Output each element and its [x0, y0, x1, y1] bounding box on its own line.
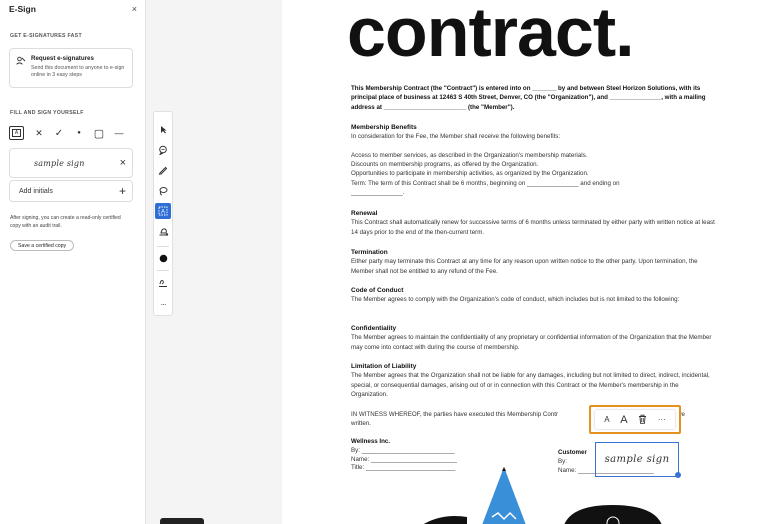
more-options-icon[interactable]: ··· — [658, 415, 666, 424]
text-tool-button[interactable]: A — [9, 126, 24, 140]
section-line: Discounts on membership programs, as off… — [351, 161, 539, 169]
increase-text-size-icon[interactable]: A — [620, 414, 627, 426]
resize-handle[interactable] — [675, 472, 681, 478]
section-heading: Renewal — [351, 210, 378, 217]
section-membership-benefits: Membership Benefits In consideration for… — [351, 123, 716, 197]
decrease-text-size-icon[interactable]: A — [604, 415, 609, 424]
placed-signature-field[interactable]: sample sign — [595, 442, 679, 477]
section-label-get-esignatures: GET E-SIGNATURES FAST — [10, 33, 82, 39]
toolbar-divider — [157, 246, 169, 247]
check-icon: ✓ — [54, 127, 64, 139]
annotation-toolbar: A ··· — [153, 111, 173, 316]
stamp-icon[interactable] — [155, 224, 171, 240]
request-description: Send this document to anyone to e-sign o… — [31, 65, 125, 78]
esign-panel: E-Sign × GET E-SIGNATURES FAST Request e… — [0, 0, 146, 524]
trash-icon[interactable] — [638, 411, 647, 429]
plus-icon: + — [118, 184, 126, 198]
section-line: _______________. — [351, 189, 405, 197]
text-format-toolbar: A A ··· — [589, 405, 681, 434]
section-confidentiality: Confidentiality The Member agrees to mai… — [351, 324, 716, 352]
section-renewal: Renewal This Contract shall automaticall… — [351, 209, 716, 237]
line-tool-button[interactable]: — — [109, 126, 129, 140]
text-format-toolbar-inner: A A ··· — [595, 410, 675, 429]
org-name-line: Name: _________________________ — [351, 455, 457, 463]
add-initials-label: Add initials — [19, 187, 53, 195]
text-tool-icon: A — [12, 129, 21, 137]
section-line: The Member agrees that the Organization … — [351, 372, 710, 398]
signature-preview: sample sign — [34, 158, 85, 168]
organization-name: Wellness Inc. — [351, 438, 391, 445]
saved-signature[interactable]: sample sign × — [9, 148, 133, 178]
section-line: This Contract shall automatically renew … — [351, 219, 715, 236]
line-icon: — — [114, 128, 124, 138]
rectangle-icon: ▢ — [93, 127, 105, 140]
comment-icon[interactable] — [155, 142, 171, 158]
request-title: Request e-signatures — [31, 55, 94, 62]
section-heading: Confidentiality — [351, 325, 397, 332]
rectangle-tool-button[interactable]: ▢ — [89, 126, 109, 140]
sign-icon[interactable] — [155, 275, 171, 291]
text-field-icon[interactable]: A — [155, 203, 171, 219]
circle-fill-icon[interactable] — [155, 250, 171, 266]
fill-sign-tools: A ✕ ✓ ● ▢ — — [9, 126, 133, 140]
certified-copy-info: After signing, you can create a read-onl… — [10, 215, 121, 229]
section-code-of-conduct: Code of Conduct The Member agrees to com… — [351, 286, 716, 305]
section-line: Either party may terminate this Contract… — [351, 258, 698, 275]
org-by-line: By: ___________________________ — [351, 446, 455, 454]
panel-title: E-Sign — [9, 4, 36, 14]
lasso-icon[interactable] — [155, 183, 171, 199]
section-line: Access to member services, as described … — [351, 151, 588, 159]
request-card-text: Request e-signatures Send this document … — [31, 55, 126, 81]
dot-icon: ● — [77, 130, 81, 136]
add-initials-button[interactable]: Add initials + — [9, 180, 133, 202]
contract-intro: This Membership Contract (the "Contract"… — [351, 85, 706, 111]
cross-icon: ✕ — [35, 127, 43, 138]
section-heading: Limitation of Liability — [351, 363, 417, 370]
panel-header: E-Sign × — [0, 0, 146, 18]
section-line: In consideration for the Fee, the Member… — [351, 133, 561, 141]
delete-signature-icon[interactable]: × — [120, 157, 126, 169]
section-termination: Termination Either party may terminate t… — [351, 248, 716, 276]
section-label-fill-sign: FILL AND SIGN YOURSELF — [10, 110, 84, 116]
dot-tool-button[interactable]: ● — [69, 126, 89, 140]
section-line: The Member agrees to maintain the confid… — [351, 334, 712, 351]
section-line: Term: The term of this Contract shall be… — [351, 179, 620, 187]
more-glyph: ··· — [160, 299, 167, 309]
witness-line: IN WITNESS WHEREOF, the parties have exe… — [351, 411, 559, 418]
section-liability: Limitation of Liability The Member agree… — [351, 362, 716, 399]
document-title: contract. — [347, 0, 635, 71]
section-line: The Member agrees to comply with the Org… — [351, 296, 680, 304]
cross-tool-button[interactable]: ✕ — [29, 126, 49, 140]
section-heading: Membership Benefits — [351, 124, 417, 131]
close-icon[interactable]: × — [132, 4, 137, 14]
section-line: Opportunities to participate in membersh… — [351, 170, 589, 178]
pen-icon[interactable] — [155, 162, 171, 178]
zoom-indicator[interactable] — [160, 518, 204, 524]
check-tool-button[interactable]: ✓ — [49, 126, 69, 140]
document-page: contract. This Membership Contract (the … — [282, 0, 768, 524]
select-arrow-icon[interactable] — [155, 121, 171, 137]
section-heading: Code of Conduct — [351, 287, 404, 294]
more-icon[interactable]: ··· — [155, 296, 171, 312]
request-esignatures-card[interactable]: Request e-signatures Send this document … — [9, 48, 133, 88]
toolbar-divider — [157, 270, 169, 271]
placed-signature-text: sample sign — [604, 454, 670, 465]
save-certified-copy-button[interactable]: Save a certified copy — [10, 240, 75, 251]
users-sign-icon — [16, 56, 26, 65]
section-heading: Termination — [351, 249, 388, 256]
svg-text:A: A — [161, 209, 165, 215]
app-window: E-Sign × GET E-SIGNATURES FAST Request e… — [0, 0, 768, 524]
